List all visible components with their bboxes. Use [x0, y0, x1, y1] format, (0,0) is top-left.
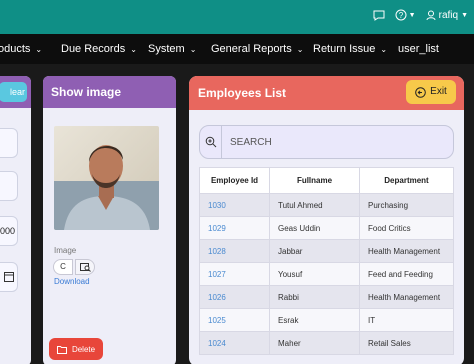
file-name-field[interactable]: C	[53, 259, 73, 275]
browse-button[interactable]	[75, 259, 95, 275]
employee-id-cell: 1027	[199, 262, 270, 286]
top-bar: ? ▼ rafiq ▼	[0, 0, 474, 34]
chevron-down-icon: ⌄	[189, 44, 197, 54]
username: rafiq	[438, 9, 459, 21]
form-card-header: lear	[0, 76, 31, 108]
nav-label: System	[148, 43, 185, 55]
svg-text:?: ?	[398, 11, 403, 20]
nav-user-list[interactable]: user_list	[398, 43, 439, 55]
search-input[interactable]	[222, 136, 442, 148]
search-bar	[199, 125, 454, 159]
department-cell: Health Management	[359, 239, 454, 263]
exit-icon	[415, 86, 426, 98]
chevron-down-icon: ▼	[408, 11, 416, 19]
help-icon: ?	[395, 9, 407, 21]
nav-label: Return Issue	[313, 43, 376, 55]
table-row[interactable]: 1029 Geas Uddin Food Critics	[199, 216, 454, 240]
chat-icon[interactable]	[373, 10, 385, 21]
download-link[interactable]: Download	[54, 277, 90, 286]
delete-label: Delete	[71, 344, 96, 354]
fullname-cell: Yousuf	[269, 262, 360, 286]
chevron-down-icon: ⌄	[130, 44, 137, 54]
folder-delete-icon	[56, 345, 67, 354]
nav-products[interactable]: oducts ⌄	[0, 43, 42, 55]
department-cell: Health Management	[359, 285, 454, 309]
column-header-department[interactable]: Department	[359, 167, 454, 194]
chevron-down-icon: ⌄	[380, 44, 388, 54]
form-field[interactable]	[0, 128, 18, 158]
employees-list-card: Employees List Exit Employee Id Fullname…	[189, 76, 464, 364]
column-header-fullname[interactable]: Fullname	[269, 167, 360, 194]
exit-button[interactable]: Exit	[406, 80, 456, 104]
chevron-down-icon: ⌄	[35, 44, 43, 54]
column-header-employee-id[interactable]: Employee Id	[199, 167, 270, 194]
help-menu[interactable]: ? ▼	[395, 9, 416, 21]
table-row[interactable]: 1026 Rabbi Health Management	[199, 285, 454, 309]
employees-table: Employee Id Fullname Department 1030 Tut…	[199, 167, 454, 355]
image-label: Image	[54, 246, 77, 255]
search-icon	[200, 125, 222, 159]
table-row[interactable]: 1025 Esrak IT	[199, 308, 454, 332]
fullname-cell: Tutul Ahmed	[269, 193, 360, 217]
main-nav: oducts ⌄ Due Records ⌄ System ⌄ General …	[0, 34, 474, 64]
file-input: C	[53, 259, 95, 275]
department-cell: IT	[359, 308, 454, 332]
department-cell: Feed and Feeding	[359, 262, 454, 286]
nav-return-issue[interactable]: Return Issue ⌄	[313, 43, 387, 55]
nav-system[interactable]: System ⌄	[148, 43, 196, 55]
clear-button[interactable]: lear	[0, 82, 27, 102]
employee-id-cell: 1030	[199, 193, 270, 217]
show-image-title: Show image	[43, 76, 176, 108]
nav-label: Due Records	[61, 43, 126, 55]
employee-id-cell: 1029	[199, 216, 270, 240]
form-field[interactable]: 000	[0, 216, 18, 246]
employee-id-cell: 1026	[199, 285, 270, 309]
show-image-card: Show image Image C Download Delete	[43, 76, 176, 364]
calendar-icon[interactable]	[4, 271, 14, 282]
employee-id-cell: 1024	[199, 331, 270, 355]
nav-label: user_list	[398, 43, 439, 55]
department-cell: Food Critics	[359, 216, 454, 240]
user-menu[interactable]: rafiq ▼	[426, 10, 468, 21]
table-row[interactable]: 1030 Tutul Ahmed Purchasing	[199, 193, 454, 217]
top-bar-icons: ? ▼ rafiq ▼	[373, 9, 468, 21]
form-field-value: 000	[0, 226, 15, 236]
fullname-cell: Geas Uddin	[269, 216, 360, 240]
fullname-cell: Maher	[269, 331, 360, 355]
fullname-cell: Jabbar	[269, 239, 360, 263]
form-field[interactable]	[0, 171, 18, 201]
table-row[interactable]: 1028 Jabbar Health Management	[199, 239, 454, 263]
nav-label: oducts	[0, 43, 31, 55]
nav-label: General Reports	[211, 43, 292, 55]
table-header-row: Employee Id Fullname Department	[199, 167, 454, 194]
employee-id-cell: 1028	[199, 239, 270, 263]
date-field[interactable]	[0, 262, 18, 292]
chevron-down-icon: ▼	[461, 11, 468, 19]
employees-list-title: Employees List	[198, 86, 287, 100]
employee-photo	[54, 126, 159, 230]
exit-label: Exit	[430, 86, 447, 97]
image-search-icon	[79, 262, 91, 272]
employees-list-header: Employees List Exit	[189, 76, 464, 110]
form-card: lear 000	[0, 76, 31, 364]
table-row[interactable]: 1024 Maher Retail Sales	[199, 331, 454, 355]
delete-button[interactable]: Delete	[49, 338, 103, 360]
department-cell: Purchasing	[359, 193, 454, 217]
employee-id-cell: 1025	[199, 308, 270, 332]
chevron-down-icon: ⌄	[296, 44, 304, 54]
user-icon	[426, 10, 436, 20]
nav-general-reports[interactable]: General Reports ⌄	[211, 43, 303, 55]
nav-due-records[interactable]: Due Records ⌄	[61, 43, 137, 55]
department-cell: Retail Sales	[359, 331, 454, 355]
fullname-cell: Esrak	[269, 308, 360, 332]
fullname-cell: Rabbi	[269, 285, 360, 309]
table-row[interactable]: 1027 Yousuf Feed and Feeding	[199, 262, 454, 286]
